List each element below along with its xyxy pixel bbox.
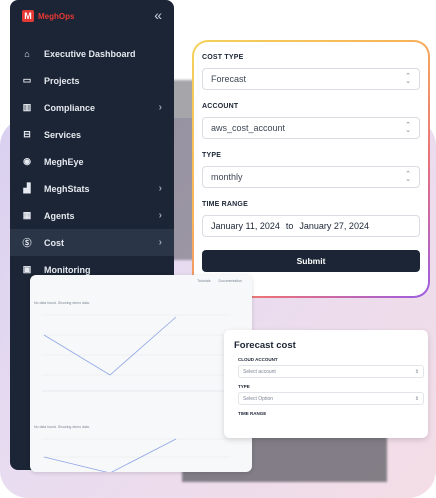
sidebar-item-label: MeghEye xyxy=(44,156,84,167)
sidebar-item-projects[interactable]: ▭ Projects xyxy=(10,67,174,94)
date-separator: to xyxy=(285,221,294,231)
account-select[interactable]: aws_cost_account ⌃ ⌄ xyxy=(202,117,420,139)
tab-documentation[interactable]: Documentation xyxy=(218,279,242,283)
drive-icon: ⊟ xyxy=(23,129,31,139)
sidebar-item-executive-dashboard[interactable]: ⌂ Executive Dashboard xyxy=(10,40,174,67)
sidebar-item-label: Monitoring xyxy=(44,264,91,275)
cost-type-value: Forecast xyxy=(211,74,247,84)
sidebar-item-label: MeghStats xyxy=(44,183,90,194)
brand-logo[interactable]: M MeghOps xyxy=(22,10,74,22)
type-value: monthly xyxy=(211,172,243,182)
chevron-right-icon: › xyxy=(158,210,162,221)
brand-name: MeghOps xyxy=(38,11,75,21)
chevron-right-icon: › xyxy=(158,237,162,248)
columns-icon: ▥ xyxy=(22,102,32,112)
select-arrows-icon: ⌃ ⌄ xyxy=(405,122,411,134)
type-select[interactable]: monthly ⌃ ⌄ xyxy=(202,166,420,188)
chevron-right-icon: › xyxy=(158,183,162,194)
cost-filter-card: COST TYPE Forecast ⌃ ⌄ ACCOUNT aws_cost_a… xyxy=(192,40,430,298)
cost-type-label: COST TYPE xyxy=(202,54,244,61)
cloud-account-label: CLOUD ACCOUNT xyxy=(238,357,278,362)
select-arrows-icon: ⇕ xyxy=(414,368,419,375)
sidebar-item-label: Cost xyxy=(44,237,64,248)
demo-data-note: No data found. Showing demo data. xyxy=(34,301,90,305)
date-start: January 11, 2024 xyxy=(211,221,280,231)
time-range-label: TIME RANGE xyxy=(202,201,248,208)
chart-top-tabs: Tutorials Documentation xyxy=(197,279,242,283)
cloud-account-select[interactable]: Select account ⇕ xyxy=(238,365,424,378)
series-line xyxy=(43,316,177,376)
submit-button[interactable]: Submit xyxy=(202,250,420,272)
sidebar-nav: ⌂ Executive Dashboard ▭ Projects ▥ Compliance… xyxy=(10,40,174,283)
home-icon: ⌂ xyxy=(24,48,30,59)
logo-mark-icon: M xyxy=(22,10,34,22)
folder-icon: ▭ xyxy=(22,75,32,85)
tab-tutorials[interactable]: Tutorials xyxy=(197,279,210,283)
sidebar-item-compliance[interactable]: ▥ Compliance › xyxy=(10,94,174,121)
time-range-input[interactable]: January 11, 2024 to January 27, 2024 xyxy=(202,215,420,237)
demo-data-note: No data found. Showing demo data. xyxy=(34,425,90,429)
forecast-type-placeholder: Select Option xyxy=(243,395,274,402)
bar-chart-icon: ▟ xyxy=(23,183,31,193)
account-value: aws_cost_account xyxy=(211,123,286,133)
series-line xyxy=(43,438,177,472)
select-arrows-icon: ⌃ ⌄ xyxy=(405,171,411,183)
type-label: TYPE xyxy=(202,152,222,159)
forecast-type-label: TYPE xyxy=(238,384,250,389)
sidebar-item-services[interactable]: ⊟ Services xyxy=(10,121,174,148)
sidebar-item-cost[interactable]: Ⓢ Cost › xyxy=(10,229,174,256)
cloud-account-placeholder: Select account xyxy=(243,368,276,375)
sidebar-item-label: Agents xyxy=(44,210,75,221)
select-arrows-icon: ⇕ xyxy=(414,395,419,402)
select-arrows-icon: ⌃ ⌄ xyxy=(405,73,411,85)
demo-line-chart-1 xyxy=(42,314,230,392)
sidebar-item-megheye[interactable]: ◉ MeghEye xyxy=(10,148,174,175)
sidebar-item-label: Services xyxy=(44,129,82,140)
eye-icon: ◉ xyxy=(23,156,31,166)
chevron-right-icon: › xyxy=(158,102,162,113)
forecast-time-range-label: TIME RANGE xyxy=(238,411,267,416)
date-end: January 27, 2024 xyxy=(299,221,369,231)
monitor-icon: ▣ xyxy=(22,264,32,274)
grid-icon: ▦ xyxy=(22,210,32,220)
forecast-type-select[interactable]: Select Option ⇕ xyxy=(238,392,424,405)
demo-line-chart-2 xyxy=(42,438,230,472)
collapse-sidebar-icon[interactable]: « xyxy=(154,7,162,23)
cost-filter-form: COST TYPE Forecast ⌃ ⌄ ACCOUNT aws_cost_a… xyxy=(194,42,428,296)
forecast-card: Forecast cost CLOUD ACCOUNT Select accou… xyxy=(224,330,428,438)
sidebar-item-label: Compliance xyxy=(44,102,96,113)
chart-panel: Tutorials Documentation No data found. S… xyxy=(30,275,252,472)
dollar-icon: Ⓢ xyxy=(22,238,32,248)
cost-type-select[interactable]: Forecast ⌃ ⌄ xyxy=(202,68,420,90)
sidebar-item-agents[interactable]: ▦ Agents › xyxy=(10,202,174,229)
sidebar-item-meghstats[interactable]: ▟ MeghStats › xyxy=(10,175,174,202)
sidebar-item-label: Executive Dashboard xyxy=(44,48,136,59)
account-label: ACCOUNT xyxy=(202,103,239,110)
forecast-title: Forecast cost xyxy=(234,340,296,351)
sidebar-item-label: Projects xyxy=(44,75,80,86)
